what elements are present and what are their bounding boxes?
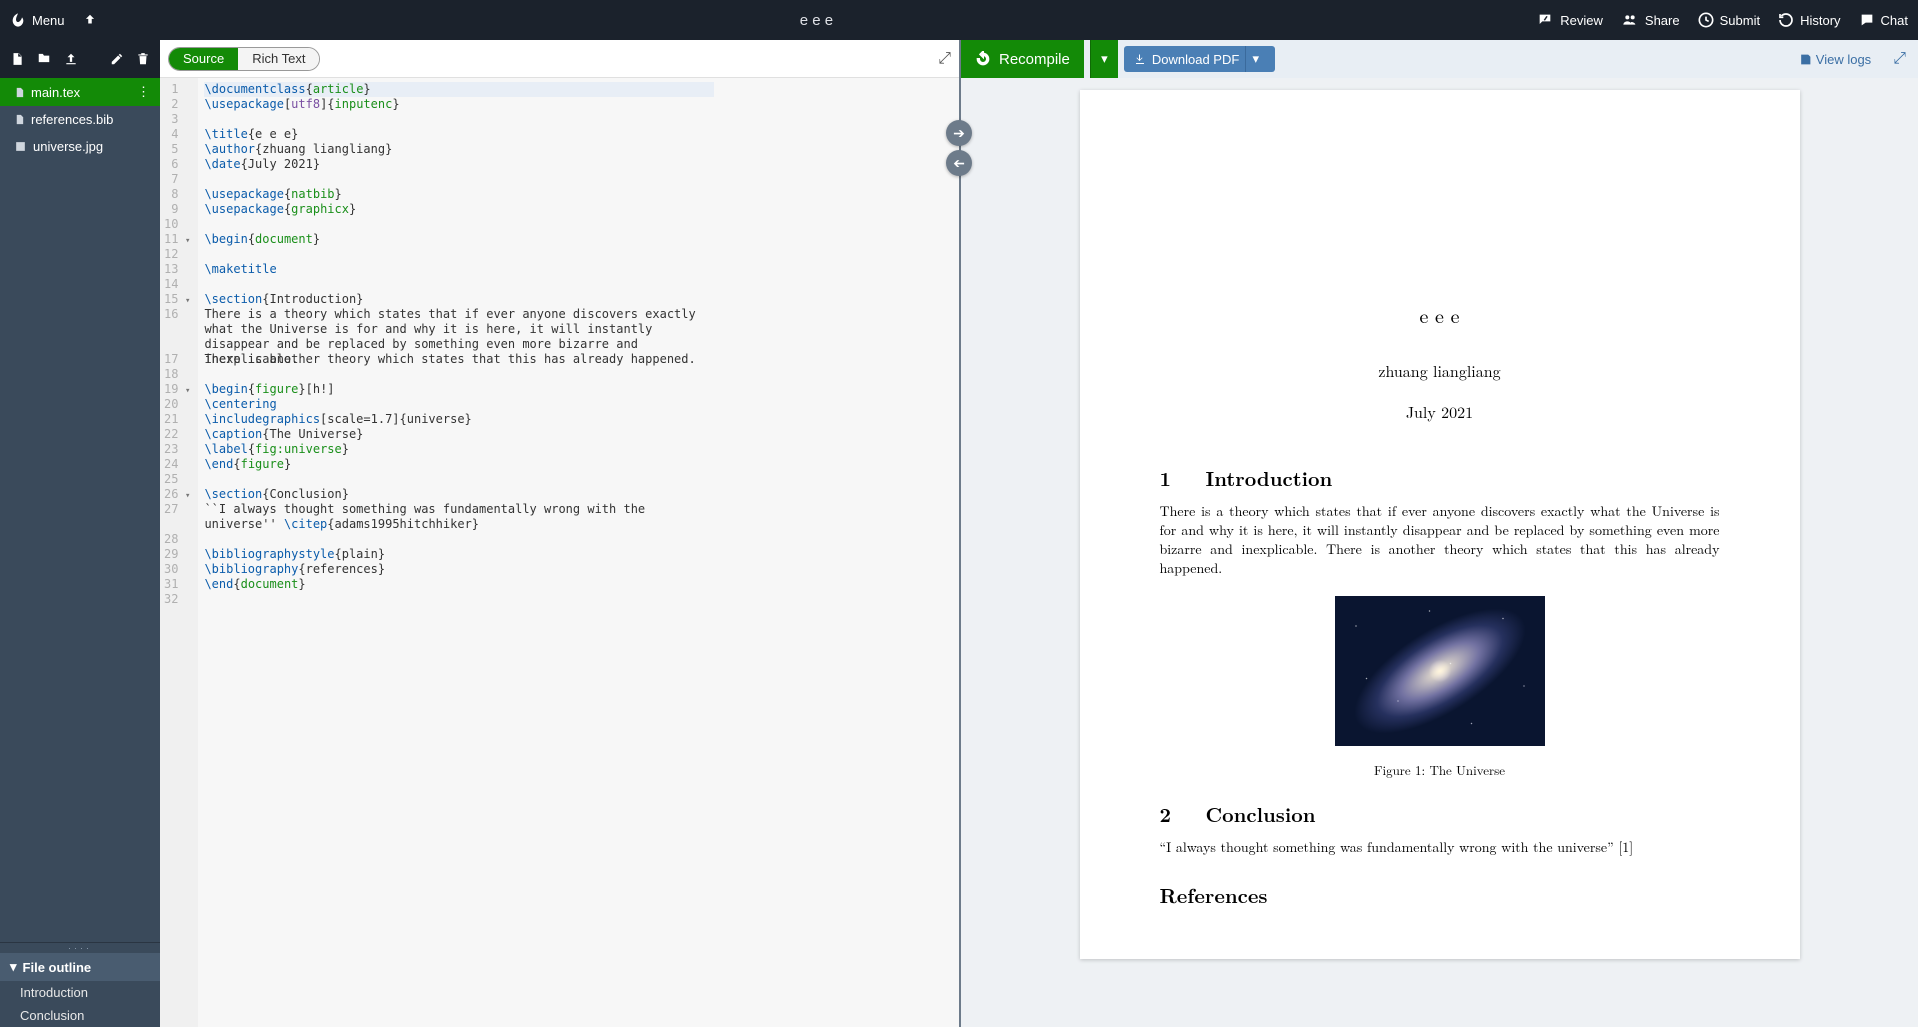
recompile-dropdown[interactable]: ▾: [1090, 40, 1118, 78]
project-title: e e e: [97, 12, 1537, 29]
pdf-section-2-heading: 2 Conclusion: [1160, 799, 1720, 828]
sync-to-pdf-button[interactable]: ➔: [946, 120, 972, 146]
outline-list: IntroductionConclusion: [0, 981, 160, 1027]
share-icon: [1621, 12, 1639, 28]
download-pdf-button[interactable]: Download PDF ▾: [1124, 46, 1275, 72]
pdf-section-1-body: There is a theory which states that if e…: [1160, 502, 1720, 578]
pdf-section-1-heading: 1 Introduction: [1160, 463, 1720, 492]
home-button[interactable]: [83, 13, 97, 27]
download-dropdown[interactable]: ▾: [1245, 46, 1265, 72]
mode-rich-text[interactable]: Rich Text: [238, 48, 319, 70]
editor-mode-toggle[interactable]: Source Rich Text: [168, 47, 320, 71]
file-name: references.bib: [31, 112, 113, 127]
editor-toolbar: Source Rich Text ⤢: [160, 40, 959, 78]
menu-button[interactable]: Menu: [10, 12, 65, 28]
file-item-universe-jpg[interactable]: universe.jpg: [0, 133, 160, 160]
outline-item[interactable]: Introduction: [0, 981, 160, 1004]
file-name: universe.jpg: [33, 139, 103, 154]
outline-item[interactable]: Conclusion: [0, 1004, 160, 1027]
new-folder-button[interactable]: [36, 51, 52, 67]
pdf-section-2-body: “I always thought something was fundamen…: [1160, 838, 1720, 857]
editor-pane: Source Rich Text ⤢ 1234567891011▾1213141…: [160, 40, 959, 1027]
new-file-button[interactable]: [10, 51, 24, 67]
review-icon: [1536, 12, 1554, 28]
preview-pane: Recompile ▾ Download PDF ▾ View logs ⤢ e…: [959, 40, 1918, 1027]
sync-to-code-button[interactable]: ➔: [946, 150, 972, 176]
upload-button[interactable]: [64, 51, 78, 67]
chevron-down-icon: ▾: [10, 959, 17, 975]
pdf-author: zhuang liangliang: [1160, 359, 1720, 382]
recompile-button[interactable]: Recompile: [961, 40, 1084, 78]
pdf-title: e e e: [1160, 300, 1720, 329]
delete-button[interactable]: [136, 52, 150, 66]
code-content[interactable]: \documentclass{article}\usepackage[utf8]…: [198, 78, 720, 1027]
submit-icon: [1698, 12, 1714, 28]
file-list: main.tex ⋮ references.bib universe.jpg: [0, 78, 160, 942]
chat-icon: [1859, 12, 1875, 28]
chat-button[interactable]: Chat: [1859, 12, 1908, 28]
file-outline-header[interactable]: ▾ File outline: [0, 953, 160, 981]
recompile-icon: [975, 51, 991, 67]
file-icon: [14, 86, 25, 99]
expand-editor-button[interactable]: ⤢: [938, 50, 951, 68]
file-name: main.tex: [31, 85, 80, 100]
overleaf-icon: [10, 12, 26, 28]
file-icon: [14, 140, 27, 153]
download-icon: [1134, 53, 1146, 65]
pdf-figure: Figure 1: The Universe: [1335, 596, 1545, 779]
menu-label: Menu: [32, 13, 65, 28]
history-button[interactable]: History: [1778, 12, 1840, 28]
share-button[interactable]: Share: [1621, 12, 1680, 28]
file-menu-button[interactable]: ⋮: [137, 84, 150, 100]
code-editor[interactable]: 1234567891011▾12131415▾16171819▾20212223…: [160, 78, 959, 1027]
history-icon: [1778, 12, 1794, 28]
file-tree-sidebar: main.tex⋮references.bibuniverse.jpg ····…: [0, 40, 160, 1027]
pdf-viewer[interactable]: e e e zhuang liangliang July 2021 1 Intr…: [961, 78, 1918, 1027]
pdf-page: e e e zhuang liangliang July 2021 1 Intr…: [1080, 90, 1800, 959]
file-icon: [14, 113, 25, 126]
pdf-date: July 2021: [1160, 400, 1720, 423]
submit-button[interactable]: Submit: [1698, 12, 1760, 28]
preview-toolbar: Recompile ▾ Download PDF ▾ View logs ⤢: [961, 40, 1918, 78]
rename-button[interactable]: [110, 52, 124, 66]
file-item-main-tex[interactable]: main.tex ⋮: [0, 78, 160, 106]
universe-image: [1335, 596, 1545, 746]
top-bar: Menu e e e Review Share Submit History C…: [0, 0, 1918, 40]
review-button[interactable]: Review: [1536, 12, 1603, 28]
mode-source[interactable]: Source: [169, 48, 238, 70]
line-gutter: 1234567891011▾12131415▾16171819▾20212223…: [160, 78, 198, 1027]
expand-preview-button[interactable]: ⤢: [1885, 50, 1914, 68]
sidebar-toolbar: [0, 40, 160, 78]
file-item-references-bib[interactable]: references.bib: [0, 106, 160, 133]
pdf-figure-caption: Figure 1: The Universe: [1335, 760, 1545, 779]
home-up-icon: [83, 13, 97, 27]
logs-icon: [1799, 53, 1812, 66]
sync-arrows: ➔ ➔: [946, 120, 972, 176]
pdf-references-heading: References: [1160, 880, 1720, 909]
view-logs-button[interactable]: View logs: [1791, 52, 1879, 67]
